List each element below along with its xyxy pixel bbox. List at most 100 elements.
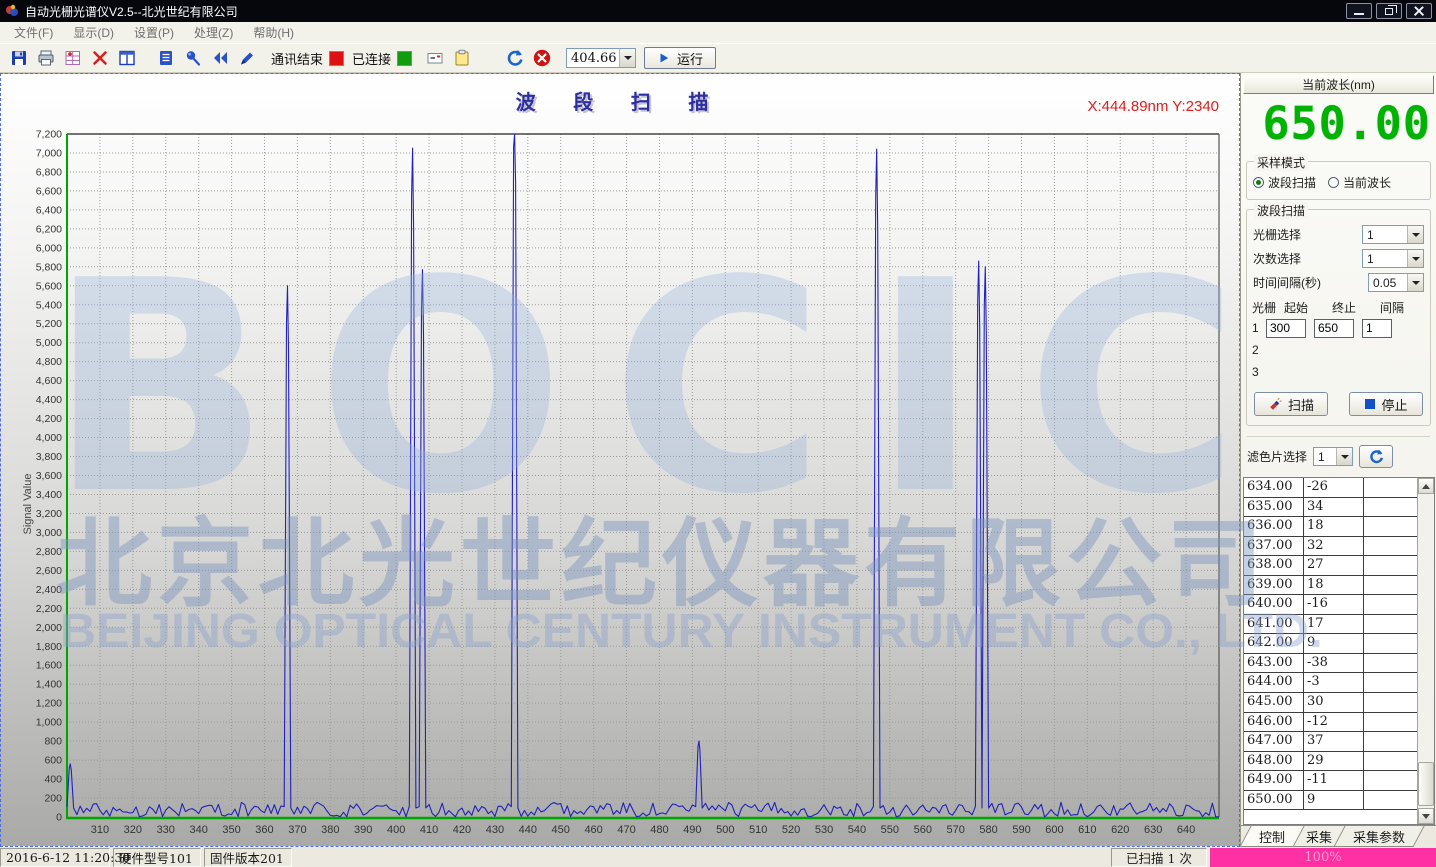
scroll-up-button[interactable] (1418, 478, 1434, 494)
status-firmware: 固件版本201 (204, 848, 292, 867)
sampling-mode-option-label[interactable]: 当前波长 (1343, 174, 1391, 191)
step-interval-input[interactable] (1362, 319, 1392, 338)
svg-text:390: 390 (354, 824, 372, 836)
restore-button[interactable] (1376, 3, 1402, 19)
tab-2[interactable]: 采集参数 (1333, 826, 1424, 847)
svg-text:600: 600 (1045, 824, 1063, 836)
reading-row[interactable]: 634.00-26 (1244, 478, 1417, 498)
status-spacer (295, 848, 1111, 867)
reading-row[interactable]: 642.009 (1244, 634, 1417, 654)
times-select-dropdown[interactable]: 1 (1362, 249, 1424, 268)
reading-row[interactable]: 643.00-38 (1244, 654, 1417, 674)
statusbar: 2016-6-12 11:20:30 硬件型号101 固件版本201 已扫描 1… (0, 847, 1436, 867)
clipboard-button[interactable] (451, 47, 473, 69)
form-edit-button[interactable] (424, 47, 446, 69)
menu-item-1[interactable]: 显示(D) (63, 21, 124, 44)
data-grid-button[interactable] (62, 47, 84, 69)
reading-row[interactable]: 638.0027 (1244, 556, 1417, 576)
scan-button[interactable]: 扫描 (1254, 392, 1328, 416)
minimize-button[interactable] (1346, 3, 1372, 19)
svg-text:1,200: 1,200 (36, 698, 62, 710)
svg-text:2,600: 2,600 (36, 565, 62, 577)
pen-button[interactable] (236, 47, 258, 69)
stop-button[interactable]: 停止 (1349, 392, 1423, 416)
reading-row[interactable]: 646.00-12 (1244, 713, 1417, 733)
svg-text:6,800: 6,800 (36, 166, 62, 178)
band-scan-title: 波段扫描 (1254, 202, 1308, 219)
svg-text:520: 520 (782, 824, 800, 836)
svg-text:200: 200 (44, 793, 62, 805)
svg-text:630: 630 (1144, 824, 1162, 836)
reading-row[interactable]: 635.0034 (1244, 498, 1417, 518)
sampling-mode-option-label[interactable]: 波段扫描 (1268, 174, 1316, 191)
interval-dropdown-button[interactable] (1407, 274, 1423, 291)
rewind-button[interactable] (209, 47, 231, 69)
menu-item-3[interactable]: 处理(Z) (184, 21, 243, 44)
svg-text:2,800: 2,800 (36, 546, 62, 558)
filter-select-dropdown[interactable]: 1 (1313, 447, 1353, 466)
reading-row[interactable]: 648.0029 (1244, 752, 1417, 772)
save-button[interactable] (8, 47, 30, 69)
sampling-mode-radio-1[interactable] (1328, 177, 1339, 188)
reading-row[interactable]: 644.00-3 (1244, 673, 1417, 693)
grating-row-1: 1 (1252, 318, 1425, 338)
svg-text:2,400: 2,400 (36, 584, 62, 596)
run-icon (657, 51, 671, 65)
filter-select-dropdown-button[interactable] (1336, 448, 1352, 465)
view-columns-button[interactable] (116, 47, 138, 69)
menu-item-0[interactable]: 文件(F) (4, 21, 63, 44)
print-button[interactable] (35, 47, 57, 69)
reading-row[interactable]: 639.0018 (1244, 576, 1417, 596)
reading-empty-cell (1364, 673, 1417, 692)
grating-select-dropdown-button[interactable] (1407, 226, 1423, 243)
report-button[interactable] (155, 47, 177, 69)
reading-row[interactable]: 636.0018 (1244, 517, 1417, 537)
filter-refresh-icon (1368, 448, 1385, 465)
start-wavelength-input[interactable] (1266, 319, 1306, 338)
reading-value: 29 (1304, 752, 1364, 771)
reading-row[interactable]: 645.0030 (1244, 693, 1417, 713)
menu-item-4[interactable]: 帮助(H) (243, 21, 304, 44)
interval-dropdown[interactable]: 0.05 (1368, 273, 1424, 292)
reading-row[interactable]: 637.0032 (1244, 537, 1417, 557)
run-button[interactable]: 运行 (644, 47, 716, 69)
arrow-down-icon (1422, 814, 1430, 819)
stop-comm-button[interactable] (531, 47, 553, 69)
svg-text:600: 600 (44, 755, 62, 767)
refresh-button[interactable] (504, 47, 526, 69)
spectrum-chart[interactable]: 02004006008001,0001,2001,4001,6001,8002,… (1, 74, 1239, 846)
delete-icon (90, 48, 110, 68)
svg-text:5,000: 5,000 (36, 337, 62, 349)
minimize-icon (1354, 13, 1364, 15)
reading-row[interactable]: 647.0037 (1244, 732, 1417, 752)
grating-select-dropdown[interactable]: 1 (1362, 225, 1424, 244)
times-select-dropdown-button[interactable] (1407, 250, 1423, 267)
wavelength-combo-dropdown-button[interactable] (619, 49, 635, 67)
sampling-mode-radio-0[interactable] (1253, 177, 1264, 188)
reading-value: 27 (1304, 556, 1364, 575)
reading-row[interactable]: 640.00-16 (1244, 595, 1417, 615)
reading-value: -16 (1304, 595, 1364, 614)
chart-panel[interactable]: 波 段 扫 描 X:444.89nm Y:2340 02004006008001… (0, 73, 1240, 847)
readings-scrollbar[interactable] (1417, 478, 1434, 824)
reading-row[interactable]: 649.00-11 (1244, 771, 1417, 791)
scrollbar-thumb[interactable] (1418, 762, 1434, 806)
close-button[interactable] (1406, 3, 1432, 19)
pin-button[interactable] (182, 47, 204, 69)
wavelength-combo[interactable]: 404.66 (566, 48, 636, 68)
svg-text:420: 420 (453, 824, 471, 836)
chevron-down-icon (624, 56, 632, 60)
menu-item-2[interactable]: 设置(P) (124, 21, 184, 44)
reading-value: 30 (1304, 693, 1364, 712)
end-wavelength-input[interactable] (1314, 319, 1354, 338)
chevron-down-icon (1341, 455, 1349, 459)
reading-row[interactable]: 641.0017 (1244, 615, 1417, 635)
scroll-down-button[interactable] (1418, 808, 1434, 824)
reading-empty-cell (1364, 595, 1417, 614)
tab-0[interactable]: 控制 (1241, 826, 1305, 847)
svg-text:2,200: 2,200 (36, 603, 62, 615)
delete-button[interactable] (89, 47, 111, 69)
filter-refresh-button[interactable] (1359, 445, 1393, 468)
grating-table-header: 光栅 起始 终止 间隔 (1252, 299, 1425, 316)
reading-row[interactable]: 650.009 (1244, 791, 1417, 811)
